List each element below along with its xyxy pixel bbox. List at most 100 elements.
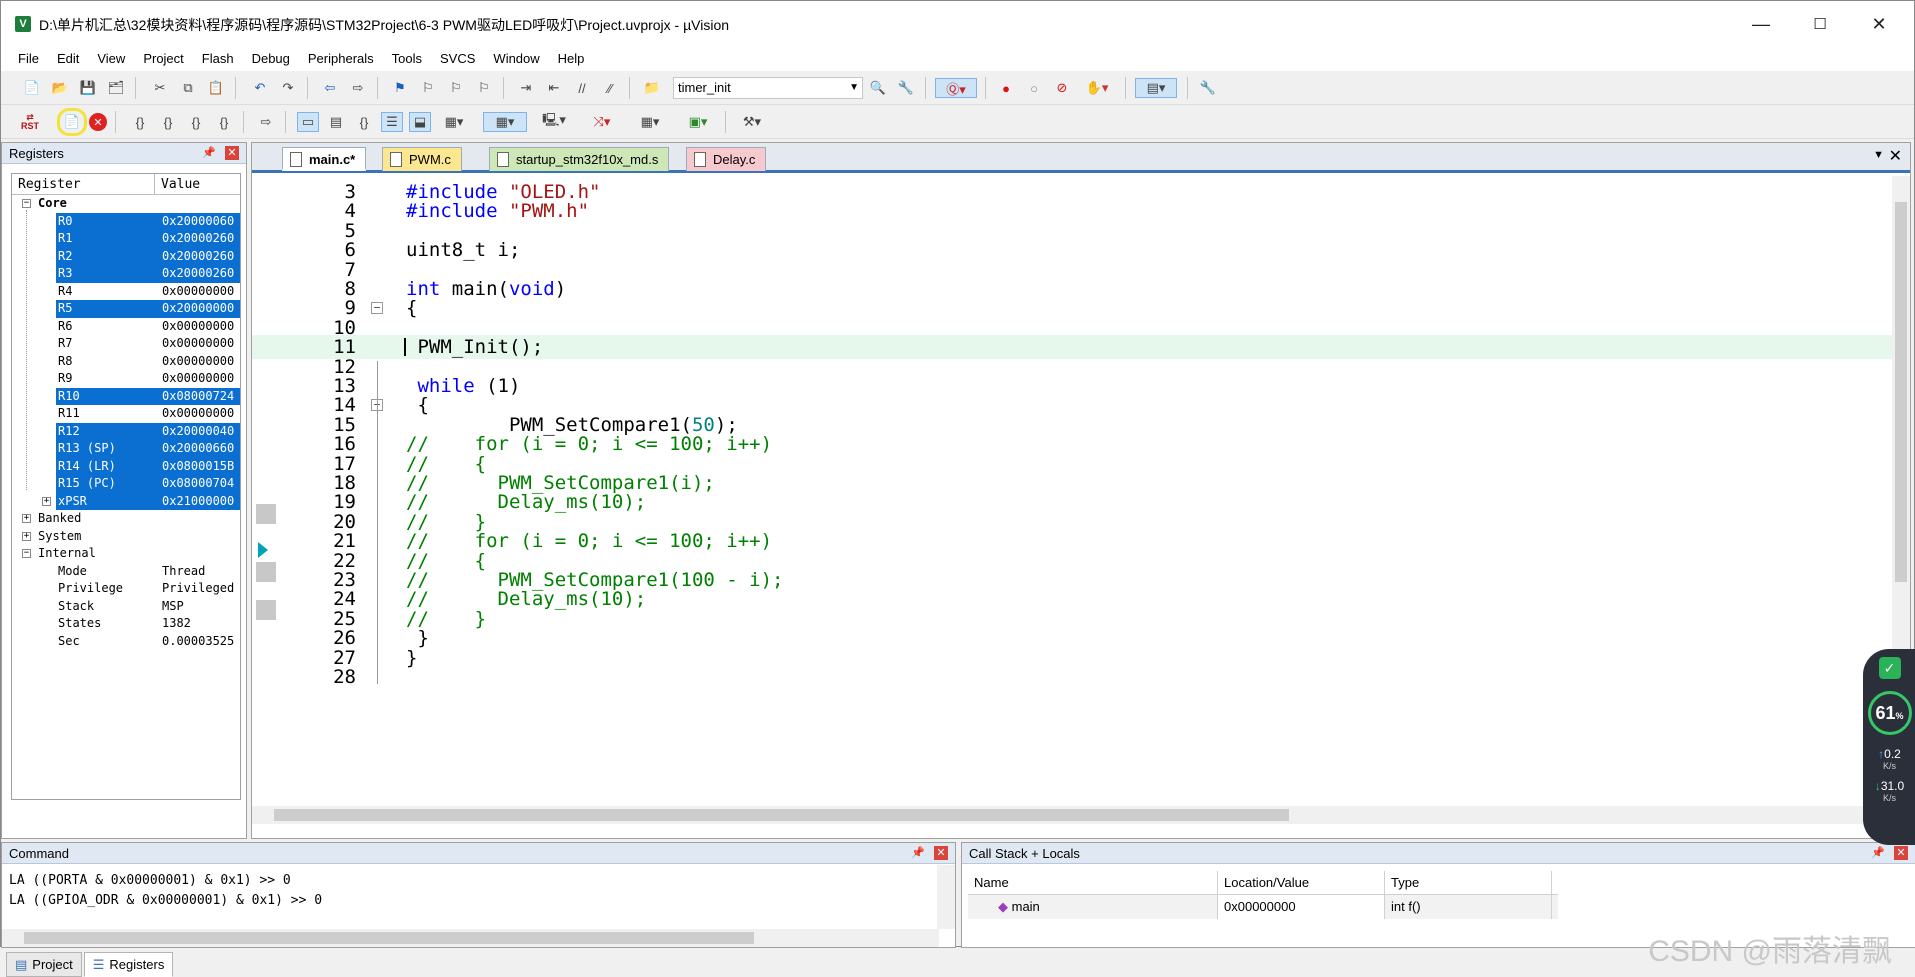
register-row[interactable]: R9 0x00000000 — [12, 370, 240, 388]
next-bookmark-icon[interactable]: ⚐ — [445, 78, 467, 98]
tab-startup-s[interactable]: startup_stm32f10x_md.s — [489, 147, 670, 171]
register-row[interactable]: Privilege Privileged — [12, 580, 240, 598]
col-type[interactable]: Type — [1385, 871, 1552, 894]
breakpoint-marker[interactable] — [256, 562, 276, 582]
breakpoint-marker[interactable] — [256, 600, 276, 620]
window-layout-button[interactable]: ▤▾ — [1135, 78, 1177, 98]
clear-bookmarks-icon[interactable]: ⚐ — [473, 78, 495, 98]
incremental-find-icon[interactable]: 🔧 — [895, 78, 917, 98]
callstack-row[interactable]: ◆ main 0x00000000 int f() — [968, 895, 1558, 919]
register-row[interactable]: R11 0x00000000 — [12, 405, 240, 423]
menu-help[interactable]: Help — [549, 47, 594, 71]
close-panel-icon[interactable]: ✕ — [934, 846, 948, 860]
register-row[interactable]: Mode Thread — [12, 563, 240, 581]
command-vscroll[interactable] — [937, 865, 955, 929]
tab-pwm-c[interactable]: PWM.c — [382, 147, 462, 171]
analysis-window-icon[interactable]: ⤨▾ — [585, 112, 619, 132]
command-hscroll[interactable] — [2, 929, 939, 947]
new-file-icon[interactable]: 📄 — [21, 78, 43, 98]
pin-icon[interactable]: 📌 — [202, 143, 216, 164]
run-to-cursor-icon[interactable]: {} — [213, 112, 235, 132]
register-row[interactable]: R14 (LR) 0x0800015B — [12, 457, 240, 475]
close-button[interactable]: ✕ — [1850, 1, 1908, 47]
menu-edit[interactable]: Edit — [48, 47, 88, 71]
step-over-icon[interactable]: {} — [157, 112, 179, 132]
debug-session-button[interactable]: Ⓠ▾ — [935, 78, 977, 98]
register-group-system[interactable]: + System — [12, 528, 240, 546]
register-row[interactable]: R4 0x00000000 — [12, 283, 240, 301]
unindent-icon[interactable]: ⇤ — [543, 78, 565, 98]
system-viewer-icon[interactable]: ▣▾ — [681, 112, 715, 132]
command-window-icon[interactable]: ▭ — [297, 112, 319, 132]
menu-peripherals[interactable]: Peripherals — [299, 47, 383, 71]
kill-breakpoints-icon[interactable]: ✋▾ — [1079, 78, 1115, 98]
show-next-statement-icon[interactable]: ⇨ — [255, 112, 277, 132]
scrollbar-thumb[interactable] — [274, 809, 1289, 821]
redo-icon[interactable]: ↷ — [277, 78, 299, 98]
step-out-icon[interactable]: {} — [185, 112, 207, 132]
register-group-banked[interactable]: + Banked — [12, 510, 240, 528]
disassembly-window-icon[interactable]: ▤ — [325, 112, 347, 132]
stop-icon[interactable]: ✕ — [89, 113, 107, 131]
col-register[interactable]: Register — [12, 174, 155, 194]
run-icon[interactable]: 📄 — [57, 108, 87, 136]
pin-icon[interactable]: 📌 — [1871, 843, 1885, 864]
watch-window-icon[interactable]: ▦▾ — [437, 112, 471, 132]
code-line[interactable]: 28 — [292, 665, 1892, 689]
fold-icon[interactable]: − — [371, 302, 383, 315]
collapse-icon[interactable]: − — [22, 199, 31, 208]
register-row[interactable]: + xPSR 0x21000000 — [12, 492, 240, 510]
tab-project[interactable]: ▤ Project — [6, 952, 82, 977]
undo-icon[interactable]: ↶ — [249, 78, 271, 98]
symbols-window-icon[interactable]: {} — [353, 112, 375, 132]
maximize-button[interactable]: ☐ — [1791, 1, 1849, 47]
tab-list-dropdown-icon[interactable]: ▼ — [1873, 149, 1884, 161]
cut-icon[interactable]: ✂ — [149, 78, 171, 98]
bookmark-icon[interactable]: ⚑ — [389, 78, 411, 98]
register-row[interactable]: Sec 0.00003525 — [12, 633, 240, 651]
serial-window-icon[interactable]: 🖳▾ — [537, 112, 571, 132]
minimize-button[interactable]: — — [1732, 1, 1790, 47]
menu-project[interactable]: Project — [134, 47, 192, 71]
breakpoint-icon[interactable]: ● — [995, 78, 1017, 98]
comment-icon[interactable]: // — [571, 78, 593, 98]
prev-bookmark-icon[interactable]: ⚐ — [417, 78, 439, 98]
menu-tools[interactable]: Tools — [383, 47, 431, 71]
close-panel-icon[interactable]: ✕ — [1894, 846, 1908, 860]
navigate-back-icon[interactable]: ⇦ — [319, 78, 341, 98]
register-row[interactable]: R0 0x20000060 — [12, 212, 240, 230]
register-row[interactable]: R13 (SP) 0x20000660 — [12, 440, 240, 458]
call-stack-window-icon[interactable]: ⬓ — [409, 112, 431, 132]
copy-icon[interactable]: ⧉ — [177, 78, 199, 98]
close-tab-icon[interactable]: ✕ — [1889, 146, 1902, 166]
reset-cpu-button[interactable]: ⇄ RST — [17, 112, 43, 132]
register-group-core[interactable]: − Core — [12, 195, 240, 213]
expand-icon[interactable]: + — [42, 496, 51, 506]
breakpoint-marker[interactable] — [256, 504, 276, 524]
toolbox-icon[interactable]: ⚒▾ — [735, 112, 769, 132]
register-row[interactable]: R2 0x20000260 — [12, 247, 240, 265]
register-row[interactable]: R1 0x20000260 — [12, 230, 240, 248]
disable-all-breakpoints-icon[interactable]: ⊘ — [1051, 78, 1073, 98]
tab-delay-c[interactable]: Delay.c — [686, 147, 767, 171]
scrollbar-thumb[interactable] — [1895, 202, 1907, 582]
register-row[interactable]: Stack MSP — [12, 598, 240, 616]
register-row[interactable]: R12 0x20000040 — [12, 422, 240, 440]
configure-icon[interactable]: 🔧 — [1197, 78, 1219, 98]
uncomment-icon[interactable]: ⁄⁄ — [599, 78, 621, 98]
menu-svcs[interactable]: SVCS — [431, 47, 484, 71]
open-file-icon[interactable]: 📂 — [49, 78, 71, 98]
register-row[interactable]: R15 (PC) 0x08000704 — [12, 475, 240, 493]
menu-file[interactable]: File — [9, 47, 48, 71]
register-row[interactable]: R5 0x20000000 — [12, 300, 240, 318]
menu-debug[interactable]: Debug — [243, 47, 299, 71]
tab-registers[interactable]: ☰ Registers — [83, 952, 174, 977]
expand-icon[interactable]: + — [22, 531, 31, 541]
col-location[interactable]: Location/Value — [1218, 871, 1385, 894]
register-row[interactable]: R10 0x08000724 — [12, 387, 240, 405]
indent-icon[interactable]: ⇥ — [515, 78, 537, 98]
register-row[interactable]: R8 0x00000000 — [12, 353, 240, 371]
menu-view[interactable]: View — [88, 47, 134, 71]
col-name[interactable]: Name — [968, 871, 1218, 894]
tab-main-c[interactable]: main.c* — [282, 147, 367, 171]
